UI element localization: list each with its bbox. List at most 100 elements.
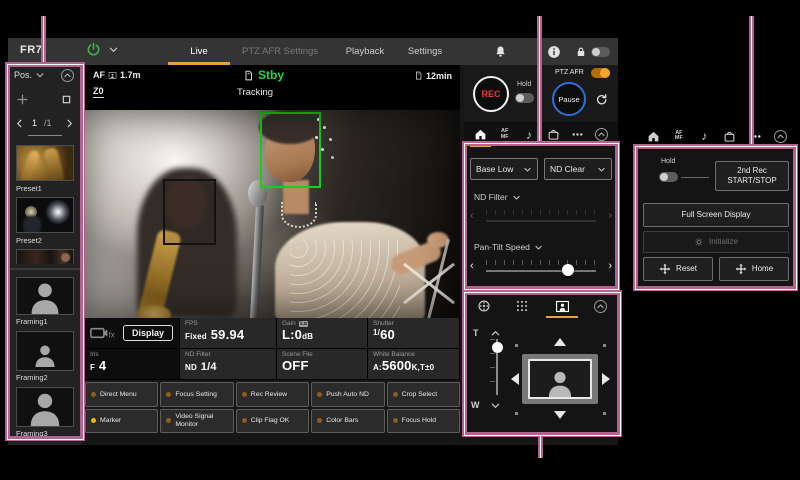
notification-bell-icon[interactable] — [494, 45, 507, 58]
zoom-position: Z0 — [93, 86, 104, 98]
pan-right-arrow[interactable] — [602, 373, 610, 385]
focus-area-icon — [108, 71, 117, 80]
tab-grid-control[interactable] — [507, 294, 537, 318]
assign-button-direct-menu[interactable]: Direct Menu — [85, 382, 158, 407]
tab-af-mf[interactable]: AFMF — [493, 122, 516, 147]
tab-ptz-afr-settings[interactable]: PTZ AFR Settings — [236, 38, 324, 65]
tilt-up-arrow[interactable] — [554, 338, 566, 346]
pause-button[interactable]: Pause — [552, 82, 586, 116]
framing2-thumbnail[interactable] — [16, 331, 74, 371]
zoom-slider-thumb[interactable] — [492, 342, 503, 353]
home-icon — [647, 130, 660, 143]
stop-icon[interactable] — [61, 94, 72, 105]
iris-cell[interactable]: Iris F 4 — [85, 349, 179, 379]
media-card-icon — [243, 69, 254, 82]
pan-left-arrow[interactable] — [511, 373, 519, 385]
fps-cell[interactable]: FPS Fixed 59.94 — [180, 318, 276, 348]
media-remaining: 12min — [426, 71, 452, 81]
nd-clear-select[interactable]: ND Clear — [544, 158, 612, 180]
restart-tracking-icon[interactable] — [595, 93, 608, 106]
tab-home[interactable] — [469, 122, 492, 147]
display-button[interactable]: Display — [123, 325, 173, 341]
gain-cell[interactable]: GainLo L:0dB — [277, 318, 367, 348]
page-prev-icon[interactable] — [14, 118, 25, 129]
page-next-icon[interactable] — [64, 118, 75, 129]
assign-button-color-bars[interactable]: Color Bars — [311, 409, 384, 434]
preset-type-chevron-down-icon[interactable] — [35, 70, 45, 80]
assign-lamp — [166, 392, 171, 397]
info-icon[interactable] — [547, 45, 561, 59]
tab-live[interactable]: Live — [168, 38, 230, 65]
base-sensitivity-select[interactable]: Base Low — [470, 158, 538, 180]
framing3-thumbnail[interactable] — [16, 387, 74, 427]
pan-tilt-speed-slider[interactable]: ‹ › — [470, 258, 612, 276]
pan-tilt-home-button[interactable]: Home — [719, 257, 789, 281]
ellipsis-icon — [571, 128, 584, 141]
tab-media[interactable] — [542, 122, 565, 147]
rec-hold-toggle[interactable] — [515, 93, 534, 103]
preset-partial-thumbnail[interactable] — [16, 249, 74, 264]
face-tracking-box-active[interactable] — [260, 112, 321, 188]
slider-left-arrow[interactable]: ‹ — [470, 258, 474, 274]
second-rec-start-stop-button[interactable]: 2nd RecSTART/STOP — [715, 161, 789, 191]
pan-tilt-wheel-icon — [477, 299, 491, 313]
preset1-thumbnail[interactable] — [16, 145, 74, 181]
preset-type-label[interactable]: Pos. — [14, 70, 32, 80]
wide-label: W — [471, 400, 480, 410]
assign-button-push-auto-nd[interactable]: Push Auto ND — [311, 382, 384, 407]
pan-tilt-speed-thumb[interactable] — [562, 264, 574, 276]
more-panel-collapse-button[interactable] — [769, 125, 792, 147]
framing1-thumbnail[interactable] — [16, 277, 74, 315]
tab-audio[interactable]: ♪ — [693, 125, 716, 147]
assign-lamp — [242, 418, 247, 423]
zoom-tele-icon[interactable] — [490, 328, 501, 339]
ptz-pad-collapse-button[interactable] — [587, 294, 613, 318]
initialize-button[interactable]: Initialize — [643, 231, 789, 253]
assign-button-focus-hold[interactable]: Focus Hold — [387, 409, 460, 434]
power-icon[interactable] — [86, 42, 101, 57]
assign-button-crop-select[interactable]: Crop Select — [387, 382, 460, 407]
sidebar-divider — [8, 268, 82, 270]
framing-pad[interactable] — [522, 354, 598, 404]
pan-tilt-speed-label[interactable]: Pan-Tilt Speed — [474, 242, 543, 252]
tab-more[interactable] — [744, 125, 767, 147]
preset2-thumbnail[interactable] — [16, 197, 74, 233]
assign-lamp — [393, 418, 398, 423]
zoom-wide-icon[interactable] — [490, 400, 501, 411]
nd-filter-cell[interactable]: ND Filter ND 1/4 — [180, 349, 276, 379]
tab-more[interactable] — [566, 122, 589, 147]
assign-button-clip-flag-ok[interactable]: Clip Flag OK — [236, 409, 309, 434]
assign-button-video-signal-monitor[interactable]: Video Signal Monitor — [160, 409, 233, 434]
assign-button-focus-setting[interactable]: Focus Setting — [160, 382, 233, 407]
pan-tilt-reset-button[interactable]: Reset — [643, 257, 713, 281]
focus-distance: 1.7m — [120, 70, 141, 80]
rec-button[interactable]: REC — [473, 76, 509, 112]
scene-file-cell[interactable]: Scene File OFF — [277, 349, 367, 379]
tilt-down-arrow[interactable] — [554, 411, 566, 419]
face-detection-box[interactable] — [163, 179, 216, 245]
tele-label: T — [473, 328, 479, 338]
power-chevron-down-icon[interactable] — [108, 44, 119, 55]
tab-framing-control[interactable] — [545, 294, 579, 318]
full-screen-display-button[interactable]: Full Screen Display — [643, 203, 789, 227]
add-preset-icon[interactable] — [16, 93, 29, 106]
chevron-up-icon — [63, 71, 72, 80]
lock-toggle[interactable] — [591, 47, 610, 57]
tab-pan-tilt-wheel[interactable] — [469, 294, 499, 318]
shutter-cell[interactable]: Shutter 1/60 — [368, 318, 459, 348]
rec2-hold-toggle[interactable] — [659, 172, 678, 182]
panel-collapse-button[interactable] — [590, 122, 613, 147]
nd-filter-slider-label[interactable]: ND Filter — [474, 192, 521, 202]
live-video-frame[interactable] — [85, 110, 460, 318]
white-balance-cell[interactable]: White Balance A:5600K,T±0 — [368, 349, 459, 379]
assign-button-marker[interactable]: Marker — [85, 409, 158, 434]
slider-right-arrow[interactable]: › — [608, 258, 612, 274]
tab-playback[interactable]: Playback — [334, 38, 396, 65]
tab-home[interactable] — [642, 125, 665, 147]
tab-media[interactable] — [718, 125, 741, 147]
ptz-afr-toggle[interactable] — [591, 68, 610, 78]
assign-button-rec-review[interactable]: Rec Review — [236, 382, 309, 407]
tab-af-mf[interactable]: AFMF — [667, 125, 690, 147]
sidebar-collapse-button[interactable] — [61, 69, 74, 82]
tab-settings[interactable]: Settings — [396, 38, 454, 65]
